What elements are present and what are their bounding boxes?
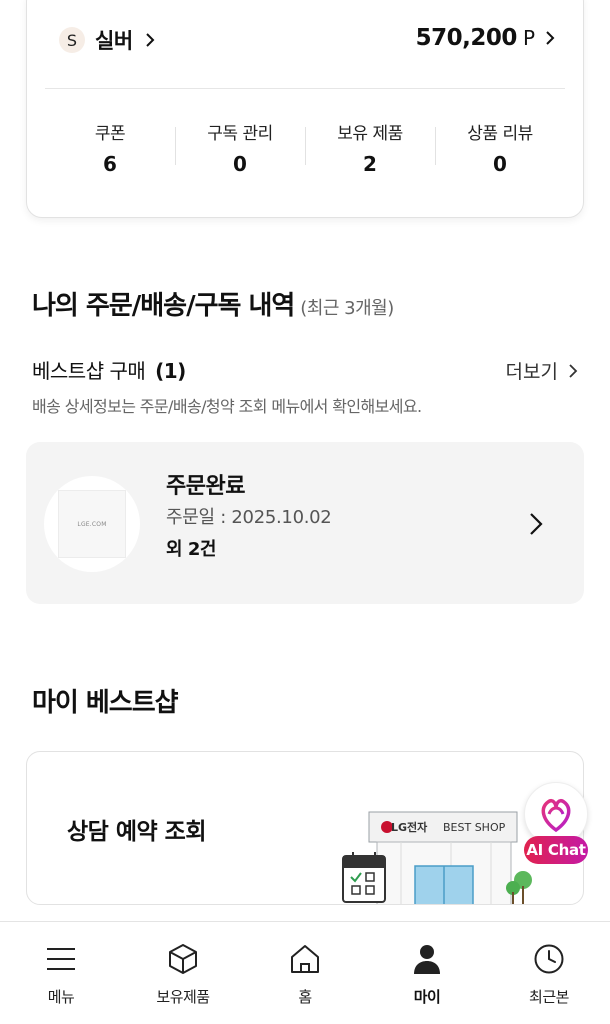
shop-purchase-label: 베스트샵 구매 <box>32 359 146 383</box>
grade-link[interactable]: S 실버 <box>59 25 157 55</box>
stat-label: 상품 리뷰 <box>467 124 533 144</box>
consult-reservation-card[interactable]: 상담 예약 조회 LG전자 BEST SHOP <box>26 751 584 905</box>
chevron-right-icon[interactable] <box>528 511 544 537</box>
stat-subscription[interactable]: 구독 관리 0 <box>175 119 305 177</box>
order-date: 주문일 : 2025.10.02 <box>166 507 332 528</box>
chevron-right-icon <box>569 363 578 378</box>
nav-label: 홈 <box>298 988 312 1006</box>
my-best-shop-title: 마이 베스트샵 <box>32 688 179 718</box>
ai-chat-button[interactable]: AI Chat <box>524 782 588 866</box>
shop-purchase-heading: 베스트샵 구매 (1) <box>32 355 186 384</box>
stat-value: 2 <box>363 152 377 176</box>
stat-owned-products[interactable]: 보유 제품 2 <box>305 119 435 177</box>
chevron-right-icon <box>546 31 555 45</box>
home-icon <box>288 942 322 976</box>
order-card[interactable]: LGE.COM 주문완료 주문일 : 2025.10.02 외 2건 <box>26 442 584 604</box>
person-icon <box>410 942 444 976</box>
product-image: LGE.COM <box>58 490 126 558</box>
order-extra-count: 외 2건 <box>166 539 216 560</box>
store-name-text: BEST SHOP <box>443 821 506 834</box>
nav-item-home[interactable]: 홈 <box>244 922 366 1024</box>
menu-icon <box>44 942 78 976</box>
stat-reviews[interactable]: 상품 리뷰 0 <box>435 119 565 177</box>
box-icon <box>166 942 200 976</box>
stat-value: 0 <box>233 152 247 176</box>
orders-subtitle: (최근 3개월) <box>300 298 394 319</box>
stat-label: 보유 제품 <box>337 124 403 144</box>
points-link[interactable]: 570,200 P <box>416 25 557 51</box>
ai-chat-label: AI Chat <box>524 836 588 864</box>
stats-row: 쿠폰 6 구독 관리 0 보유 제품 2 상품 리뷰 0 <box>45 119 565 177</box>
ai-logo-icon <box>541 798 571 833</box>
orders-title: 나의 주문/배송/구독 내역 <box>32 291 295 321</box>
product-image-label: LGE.COM <box>77 520 107 528</box>
nav-item-recent[interactable]: 최근본 <box>488 922 610 1024</box>
grade-name: 실버 <box>95 29 133 53</box>
nav-label: 보유제품 <box>156 988 210 1006</box>
points-value: 570,200 <box>415 25 518 51</box>
orders-section-title: 나의 주문/배송/구독 내역 (최근 3개월) <box>32 285 394 322</box>
grade-badge: S <box>59 27 85 53</box>
card-divider <box>45 88 565 89</box>
store-brand-text: LG전자 <box>391 820 428 834</box>
order-status: 주문완료 <box>166 474 245 499</box>
points-unit: P <box>522 26 535 50</box>
consult-label: 상담 예약 조회 <box>67 819 206 845</box>
nav-item-owned-products[interactable]: 보유제품 <box>122 922 244 1024</box>
stat-label: 쿠폰 <box>94 124 126 144</box>
stat-label: 구독 관리 <box>207 124 273 144</box>
order-note: 배송 상세정보는 주문/배송/청약 조회 메뉴에서 확인해보세요. <box>32 397 422 416</box>
membership-card: S 실버 570,200 P 쿠폰 6 구독 관리 0 보유 제품 2 상품 리… <box>26 0 584 218</box>
nav-label: 최근본 <box>529 988 569 1006</box>
nav-label: 마이 <box>413 988 441 1006</box>
stat-coupon[interactable]: 쿠폰 6 <box>45 119 175 177</box>
chevron-right-icon <box>145 33 155 47</box>
product-thumbnail: LGE.COM <box>44 476 140 572</box>
bottom-nav: 메뉴 보유제품 홈 마이 최근본 <box>0 921 610 1024</box>
nav-item-menu[interactable]: 메뉴 <box>0 922 122 1024</box>
nav-label: 메뉴 <box>47 988 75 1006</box>
stat-value: 0 <box>493 152 507 176</box>
stat-value: 6 <box>103 152 117 176</box>
clock-icon <box>532 942 566 976</box>
more-label: 더보기 <box>505 361 558 383</box>
shop-purchase-count: (1) <box>155 359 186 383</box>
more-link[interactable]: 더보기 <box>506 357 578 384</box>
nav-item-my[interactable]: 마이 <box>366 922 488 1024</box>
